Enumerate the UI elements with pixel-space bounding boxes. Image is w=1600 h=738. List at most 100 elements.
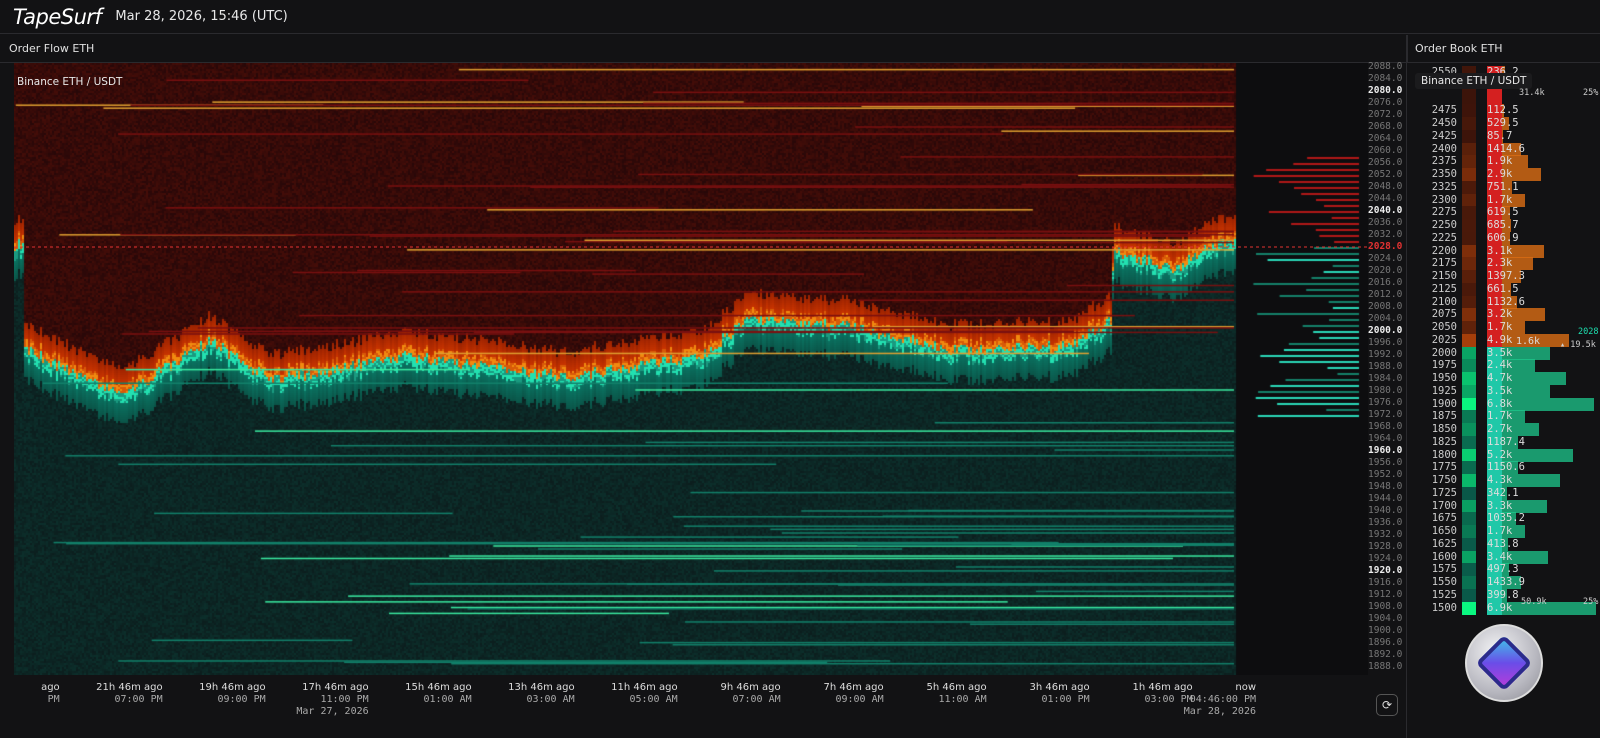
ask-row[interactable]: 2350 2.9k <box>1407 168 1600 181</box>
price-tick: 1996.0 <box>1368 337 1403 348</box>
coin-logo-icon <box>1475 634 1533 692</box>
ask-price: 2175 <box>1431 257 1457 270</box>
price-tick: 1992.0 <box>1368 349 1403 360</box>
price-tick: 1896.0 <box>1368 637 1403 648</box>
ask-row[interactable]: 2250 685.7 <box>1407 219 1600 232</box>
ask-row[interactable]: 2225 606.9 <box>1407 231 1600 245</box>
ask-heat-swatch <box>1462 180 1476 194</box>
bid-row[interactable]: 1775 1150.6 <box>1407 461 1600 475</box>
bid-size: 1433.9 <box>1487 576 1525 588</box>
time-tick-relative: 17h 46m ago <box>302 682 369 693</box>
bid-heat-swatch <box>1462 346 1476 360</box>
bid-heat-swatch <box>1462 435 1476 449</box>
order-flow-title: Order Flow ETH <box>9 42 95 55</box>
bid-heat-swatch <box>1462 423 1476 436</box>
time-tick-relative: 21h 46m ago <box>96 682 163 693</box>
bid-row[interactable]: 1800 5.2k <box>1407 448 1600 462</box>
bid-row[interactable]: 1550 1433.9 <box>1407 576 1600 589</box>
time-tick-clock: 11:00 AM <box>938 694 987 705</box>
ask-row[interactable]: 2300 1.7k <box>1407 193 1600 207</box>
bid-price: 1650 <box>1431 525 1457 537</box>
ask-row[interactable]: 2125 661.5 <box>1407 282 1600 296</box>
bid-heat-swatch <box>1462 512 1476 526</box>
price-tick: 1908.0 <box>1368 601 1403 612</box>
ask-heat-swatch <box>1462 270 1476 283</box>
bid-row[interactable]: 1625 413.8 <box>1407 537 1600 551</box>
last-price-marker: 2028 <box>1578 327 1599 337</box>
ask-row[interactable]: 2450 529.5 <box>1407 117 1600 130</box>
ask-row[interactable]: 2375 1.9k <box>1407 155 1600 169</box>
ask-row[interactable]: 2100 1132.6 <box>1407 295 1600 309</box>
ask-row[interactable]: 2200 3.1k <box>1407 244 1600 258</box>
ask-row[interactable]: 2175 2.3k <box>1407 257 1600 271</box>
ask-size: 1414.6 <box>1487 142 1525 155</box>
bid-row[interactable]: 1950 4.7k <box>1407 372 1600 385</box>
time-tick-relative: now <box>1235 682 1256 693</box>
bid-row[interactable]: 1700 3.3k <box>1407 499 1600 513</box>
ask-heat-swatch <box>1462 104 1476 118</box>
bid-price: 1725 <box>1431 486 1457 499</box>
bid-heat-swatch <box>1462 474 1476 487</box>
bid-row[interactable]: 1650 1.7k <box>1407 525 1600 538</box>
ask-row[interactable]: 2325 751.1 <box>1407 180 1600 194</box>
ask-row[interactable]: 2150 1397.3 <box>1407 270 1600 283</box>
price-tick: 1944.0 <box>1368 493 1403 504</box>
ask-heat-swatch <box>1462 295 1476 309</box>
price-tick: 1980.0 <box>1368 385 1403 396</box>
ask-row[interactable]: 2050 1.7k <box>1407 321 1600 334</box>
time-tick-clock: PM <box>47 694 60 705</box>
ask-row[interactable]: 2475 112.5 <box>1407 104 1600 118</box>
bid-row[interactable]: 1925 3.5k <box>1407 384 1600 398</box>
bid-size-bar <box>1502 601 1596 615</box>
bid-price: 1950 <box>1431 372 1457 384</box>
price-tick: 1912.0 <box>1368 589 1403 600</box>
bid-row[interactable]: 1725 342.1 <box>1407 486 1600 500</box>
price-tick: 1976.0 <box>1368 397 1403 408</box>
ask-heat-swatch <box>1462 308 1476 322</box>
ask-price: 2250 <box>1431 219 1457 231</box>
bid-price: 1800 <box>1431 448 1457 461</box>
reset-view-button[interactable]: ⟳ <box>1376 694 1398 716</box>
bid-size: 6.8k <box>1487 397 1513 410</box>
time-axis[interactable]: ago PM 21h 46m ago 07:00 PM 19h 46m ago 09:00… <box>0 682 1368 738</box>
time-tick-clock: 01:00 PM <box>1041 694 1090 705</box>
time-tick-clock: 07:00 PM <box>114 694 163 705</box>
app-logo[interactable]: TapeSurf <box>13 5 102 29</box>
bid-price: 1775 <box>1431 461 1457 474</box>
ask-row[interactable]: 2425 85.7 <box>1407 129 1600 143</box>
bid-row[interactable]: 1675 1035.2 <box>1407 512 1600 526</box>
bid-size: 2.7k <box>1487 423 1513 435</box>
bid-size: 1150.6 <box>1487 461 1525 474</box>
ask-row[interactable]: 2400 1414.6 <box>1407 142 1600 156</box>
bid-row[interactable]: 1825 1187.4 <box>1407 435 1600 449</box>
time-tick: 13h 46m ago 03:00 AM <box>465 682 575 706</box>
ask-row[interactable]: 2075 3.2k <box>1407 308 1600 322</box>
bid-price: 1675 <box>1431 512 1457 525</box>
ask-row[interactable] <box>1407 91 1600 105</box>
time-tick: 21h 46m ago 07:00 PM <box>53 682 163 706</box>
bid-row[interactable]: 1900 6.8k <box>1407 397 1600 411</box>
bid-row[interactable]: 1575 497.3 <box>1407 563 1600 577</box>
price-tick: 1948.0 <box>1368 481 1403 492</box>
price-tick: 1988.0 <box>1368 361 1403 372</box>
price-axis[interactable]: 2088.0 2084.0 2080.0 2076.0 2072.0 2068.0 2064… <box>1368 60 1406 675</box>
bid-row[interactable]: 1750 4.3k <box>1407 474 1600 487</box>
order-book-ladder[interactable]: 2550 236.2 2475 112.5 2450 529.5 2425 85.7… <box>1407 63 1600 683</box>
bid-row[interactable]: 1600 3.4k <box>1407 550 1600 564</box>
ask-row[interactable]: 2275 619.5 <box>1407 206 1600 220</box>
price-tick: 1932.0 <box>1368 529 1403 540</box>
bid-size: 6.9k <box>1487 601 1513 614</box>
bid-heat-swatch <box>1462 525 1476 538</box>
bid-row[interactable]: 1525 399.8 <box>1407 588 1600 602</box>
bid-row[interactable]: 1500 6.9k <box>1407 601 1600 615</box>
time-tick-clock: 09:00 PM <box>217 694 266 705</box>
price-tick: 2068.0 <box>1368 121 1403 132</box>
ask-size: 2.3k <box>1487 257 1513 270</box>
price-tick: 1972.0 <box>1368 409 1403 420</box>
bid-heat-swatch <box>1462 372 1476 385</box>
bid-row[interactable]: 1875 1.7k <box>1407 410 1600 424</box>
time-tick-clock: 03:00 AM <box>526 694 575 705</box>
bid-row[interactable]: 1850 2.7k <box>1407 423 1600 436</box>
time-tick: 19h 46m ago 09:00 PM <box>156 682 266 706</box>
bid-row[interactable]: 1975 2.4k <box>1407 359 1600 373</box>
